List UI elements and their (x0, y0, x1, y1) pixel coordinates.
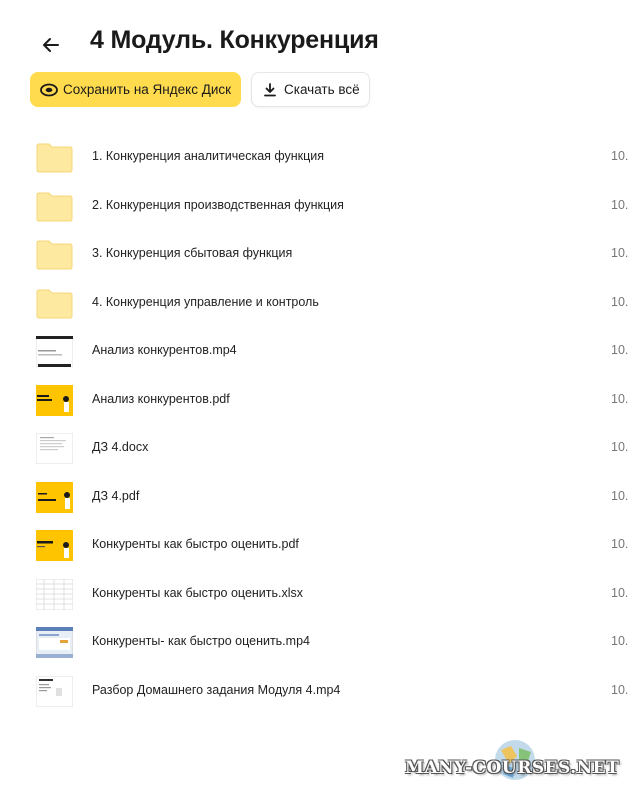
file-list: 1. Конкуренция аналитическая функция 10.… (0, 134, 628, 716)
list-item[interactable]: 3. Конкуренция сбытовая функция 10. (0, 231, 628, 280)
list-item[interactable]: ДЗ 4.pdf 10. (0, 474, 628, 523)
item-date: 10. (611, 440, 628, 454)
item-date: 10. (611, 391, 628, 406)
list-item[interactable]: 4. Конкуренция управление и контроль 10. (0, 280, 628, 329)
list-item[interactable]: Разбор Домашнего задания Модуля 4.mp4 10… (0, 668, 628, 717)
disk-icon (40, 83, 58, 96)
item-date: 10. (611, 294, 628, 309)
item-name: Анализ конкурентов.pdf (92, 391, 230, 406)
item-date: 10. (611, 197, 628, 212)
pdf-thumbnail (36, 384, 73, 416)
watermark-text: MANY-COURSES.NET (405, 758, 620, 778)
pdf-thumbnail (36, 530, 73, 561)
list-item[interactable]: Конкуренты как быстро оценить.pdf 10. (0, 522, 628, 571)
item-name: 3. Конкуренция сбытовая функция (92, 246, 293, 260)
xlsx-thumbnail (36, 578, 73, 610)
video-thumbnail (36, 675, 73, 707)
item-name: ДЗ 4.docx (92, 440, 149, 454)
item-date: 10. (611, 343, 628, 357)
arrow-left-icon (43, 38, 59, 52)
list-item[interactable]: Конкуренты как быстро оценить.xlsx 10. (0, 571, 628, 620)
download-icon (264, 82, 276, 96)
list-item[interactable]: ДЗ 4.docx 10. (0, 425, 628, 474)
item-name: 4. Конкуренция управление и контроль (92, 294, 319, 309)
folder-icon (36, 288, 73, 319)
pdf-thumbnail (36, 481, 73, 513)
folder-icon (36, 239, 73, 270)
save-button-label: Сохранить на Яндекс Диск (63, 82, 232, 97)
back-button[interactable] (36, 30, 66, 60)
folder-icon (36, 191, 73, 222)
item-name: Анализ конкурентов.mp4 (92, 343, 237, 357)
item-date: 10. (611, 537, 628, 551)
item-name: Конкуренты как быстро оценить.pdf (92, 537, 299, 551)
folder-icon (36, 142, 73, 173)
item-date: 10. (611, 634, 628, 648)
item-name: ДЗ 4.pdf (92, 488, 140, 503)
docx-thumbnail (36, 433, 73, 464)
item-name: 2. Конкуренция производственная функция (92, 197, 344, 212)
save-to-disk-button[interactable]: Сохранить на Яндекс Диск (30, 72, 241, 107)
item-date: 10. (611, 682, 628, 697)
item-date: 10. (611, 585, 628, 600)
list-item[interactable]: 1. Конкуренция аналитическая функция 10. (0, 134, 628, 183)
item-name: Конкуренты- как быстро оценить.mp4 (92, 634, 310, 648)
download-all-button[interactable]: Скачать всё (251, 72, 370, 107)
header: 4 Модуль. Конкуренция Сохранить на Яндек… (0, 0, 628, 120)
item-date: 10. (611, 246, 628, 260)
list-item[interactable]: Конкуренты- как быстро оценить.mp4 10. (0, 619, 628, 668)
item-date: 10. (611, 149, 628, 163)
video-thumbnail (36, 336, 73, 367)
list-item[interactable]: Анализ конкурентов.pdf 10. (0, 377, 628, 426)
video-thumbnail (36, 627, 73, 658)
item-date: 10. (611, 488, 628, 503)
page-title: 4 Модуль. Конкуренция (90, 26, 379, 54)
list-item[interactable]: 2. Конкуренция производственная функция … (0, 183, 628, 232)
item-name: Разбор Домашнего задания Модуля 4.mp4 (92, 682, 341, 697)
item-name: 1. Конкуренция аналитическая функция (92, 149, 325, 163)
item-name: Конкуренты как быстро оценить.xlsx (92, 585, 304, 600)
list-item[interactable]: Анализ конкурентов.mp4 10. (0, 328, 628, 377)
download-button-label: Скачать всё (284, 82, 360, 97)
